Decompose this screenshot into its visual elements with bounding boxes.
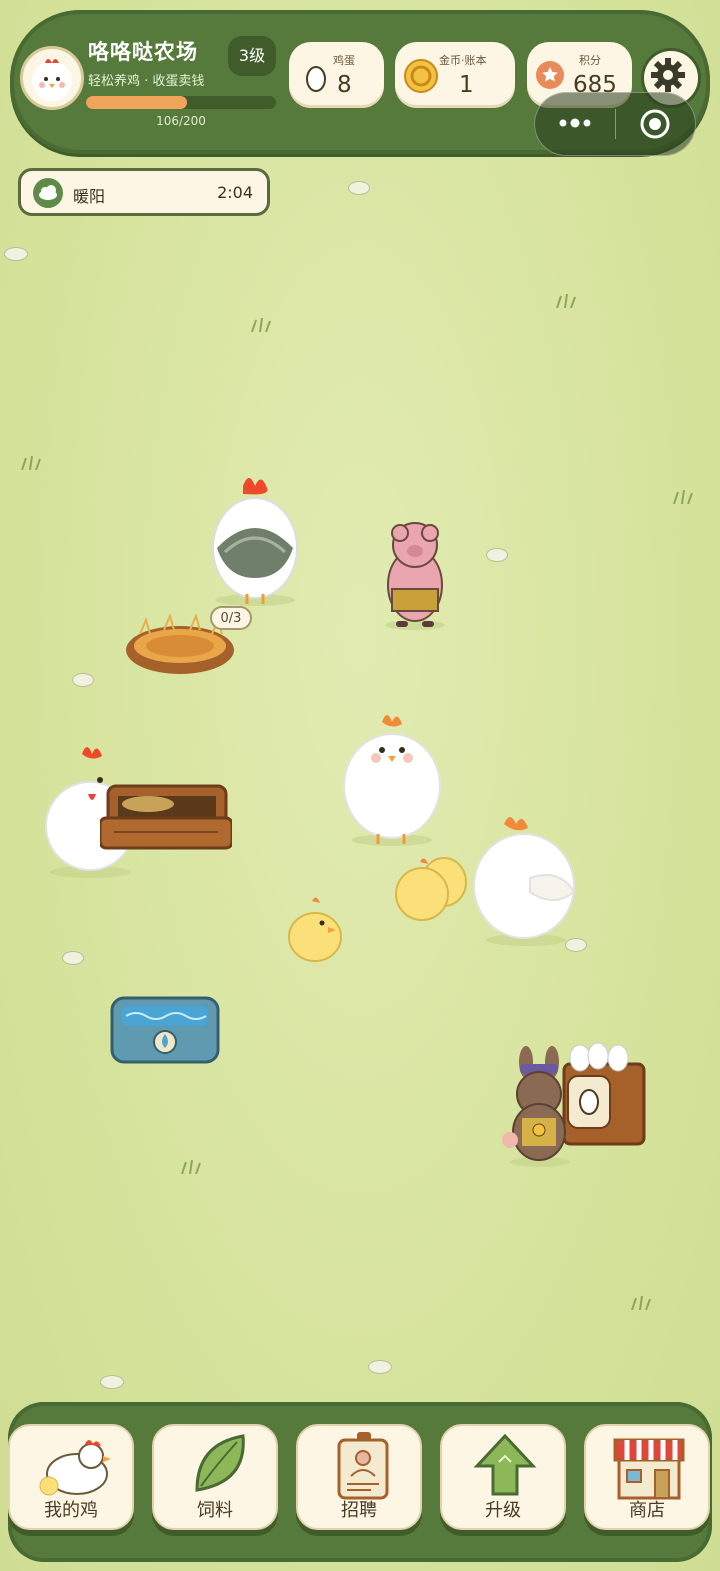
- pebble: [72, 673, 94, 687]
- grass-tuft: [673, 490, 693, 504]
- nav-feed[interactable]: 饲料: [152, 1424, 278, 1530]
- nav-upgrade[interactable]: 升级: [440, 1424, 566, 1530]
- fluffy-hen[interactable]: [470, 808, 582, 948]
- gold-value: 1: [459, 72, 474, 98]
- pebble: [348, 181, 370, 195]
- grass-tuft: [251, 318, 271, 332]
- nav-label: 饲料: [197, 1500, 233, 1521]
- nav-recruit[interactable]: 招聘: [296, 1424, 422, 1530]
- farm-avatar[interactable]: [20, 46, 84, 110]
- nav-my-chickens[interactable]: 我的鸡: [8, 1424, 134, 1530]
- xp-progress-fill: [86, 96, 187, 109]
- pebble: [100, 1375, 124, 1389]
- water-trough[interactable]: [110, 994, 220, 1066]
- feed-trough[interactable]: [100, 782, 232, 864]
- gold-coin-icon: [404, 59, 438, 93]
- grass-tuft: [181, 1160, 201, 1174]
- up-arrow-icon: [473, 1433, 537, 1496]
- weather-name: 暖阳: [73, 187, 106, 206]
- egg-label: 鸡蛋: [333, 54, 355, 67]
- rabbit-merchant-npc[interactable]: [500, 1046, 578, 1168]
- id-badge-icon: [337, 1432, 389, 1500]
- grass-tuft: [21, 456, 41, 470]
- pebble: [368, 1360, 392, 1374]
- xp-progress-bar: [86, 96, 276, 109]
- nav-label: 我的鸡: [44, 1500, 98, 1521]
- nav-label: 招聘: [341, 1500, 377, 1521]
- capsule-divider: [615, 109, 616, 139]
- farm-subtitle: 轻松养鸡 · 收蛋卖钱: [88, 74, 205, 89]
- leaf-icon: [195, 1434, 245, 1492]
- nav-label: 升级: [485, 1500, 521, 1521]
- nav-shop[interactable]: 商店: [584, 1424, 710, 1530]
- grass-tuft: [556, 294, 576, 308]
- chick[interactable]: [284, 893, 346, 965]
- cloud-sun-icon: [33, 178, 63, 208]
- shop-icon: [613, 1438, 685, 1500]
- egg-value: 8: [337, 72, 352, 98]
- pebble: [62, 951, 84, 965]
- egg-counter[interactable]: 鸡蛋 8: [289, 42, 384, 108]
- pig-farmer-npc[interactable]: [378, 515, 452, 631]
- gold-counter[interactable]: 金币·账本 1: [395, 42, 515, 108]
- farm-name: 咯咯哒农场: [88, 40, 198, 64]
- white-hen[interactable]: [336, 706, 448, 848]
- pebble: [486, 548, 508, 562]
- nav-label: 商店: [629, 1500, 665, 1521]
- nest-egg-counter: 0/3: [210, 606, 252, 630]
- egg-icon: [306, 66, 326, 92]
- rooster-character[interactable]: [205, 468, 305, 608]
- weather-panel[interactable]: 暖阳 2:04: [18, 168, 270, 216]
- xp-text: 106/200: [156, 114, 206, 128]
- pebble: [4, 247, 28, 261]
- grass-tuft: [631, 1296, 651, 1310]
- gold-label: 金币·账本: [439, 54, 487, 67]
- star-icon: [536, 61, 564, 89]
- weather-timer: 2:04: [217, 183, 253, 202]
- more-options-icon[interactable]: [555, 111, 595, 135]
- miniprogram-capsule: [534, 92, 696, 156]
- points-label: 积分: [579, 54, 601, 67]
- level-badge: 3级: [228, 36, 276, 76]
- close-miniprogram-icon[interactable]: [639, 108, 671, 140]
- chicken-icon: [39, 1440, 111, 1496]
- chick-pair[interactable]: [392, 848, 472, 926]
- chicken-avatar-icon: [32, 59, 72, 101]
